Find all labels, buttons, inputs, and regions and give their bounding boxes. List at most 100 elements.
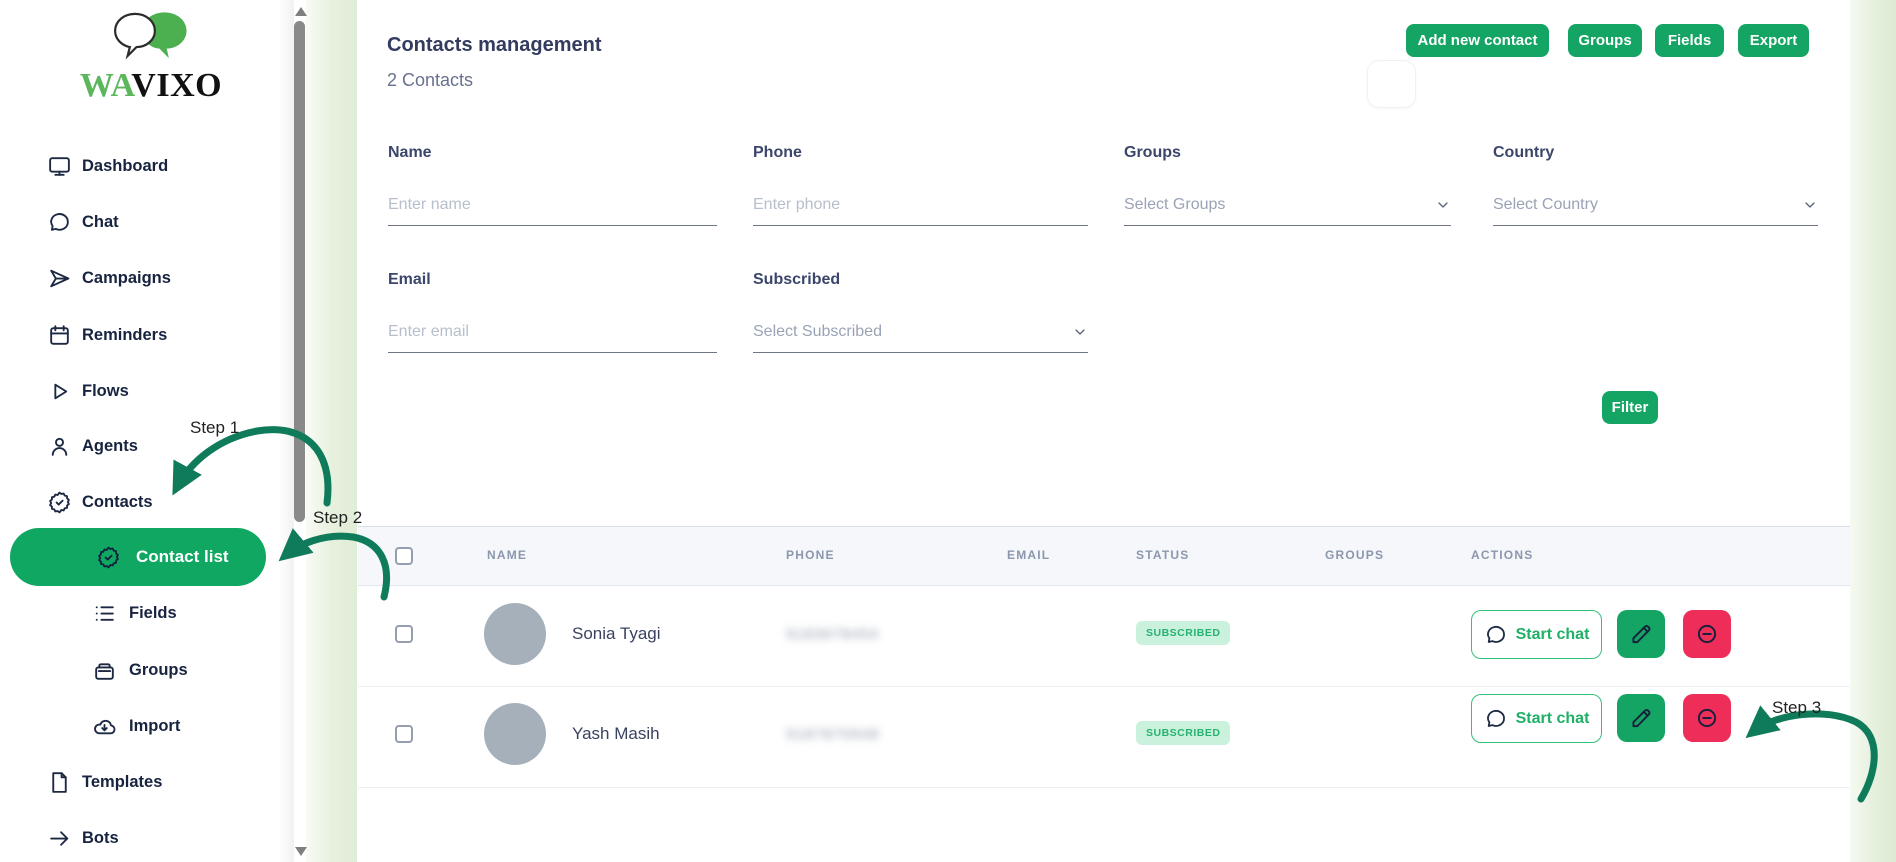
- sidebar-item-label: Agents: [82, 437, 138, 456]
- list-icon: [91, 600, 117, 626]
- country-label: Country: [1493, 144, 1554, 162]
- phone-input[interactable]: [753, 184, 1088, 226]
- groups-label: Groups: [1124, 144, 1181, 162]
- edit-contact-button[interactable]: [1617, 694, 1665, 742]
- scrollbar-thumb[interactable]: [294, 21, 305, 522]
- edit-contact-button[interactable]: [1617, 610, 1665, 658]
- start-chat-button[interactable]: Start chat: [1471, 610, 1602, 659]
- background-strip-right: [1850, 0, 1896, 862]
- play-icon: [46, 378, 72, 404]
- row-checkbox[interactable]: [395, 625, 413, 643]
- delete-contact-button[interactable]: [1683, 610, 1731, 658]
- column-header-groups: GROUPS: [1325, 548, 1384, 562]
- send-icon: [46, 265, 72, 291]
- chat-bubble-icon: [46, 209, 72, 235]
- archive-box-icon: [91, 657, 117, 683]
- chevron-down-icon: [1072, 324, 1088, 340]
- pencil-icon: [1628, 621, 1654, 647]
- sidebar-item-label: Dashboard: [82, 157, 168, 176]
- groups-select[interactable]: Select Groups: [1124, 184, 1451, 226]
- chat-bubble-icon: [1484, 623, 1508, 647]
- sidebar-item-label: Contacts: [82, 493, 153, 512]
- column-header-email: EMAIL: [1007, 548, 1050, 562]
- page: WAVIXO Dashboard Chat Campaigns Reminder…: [0, 0, 1896, 862]
- chevron-down-icon: [1802, 197, 1818, 213]
- sidebar-item-label: Bots: [82, 829, 119, 848]
- contact-name: Sonia Tyagi: [572, 624, 661, 644]
- groups-button[interactable]: Groups: [1568, 24, 1642, 57]
- step-2-label: Step 2: [313, 508, 362, 528]
- table-header: NAME PHONE EMAIL STATUS GROUPS ACTIONS: [358, 526, 1850, 586]
- email-label: Email: [388, 271, 431, 289]
- user-icon: [46, 433, 72, 459]
- country-select[interactable]: Select Country: [1493, 184, 1818, 226]
- filter-field-subscribed: Subscribed Select Subscribed: [753, 271, 1088, 353]
- add-new-contact-button[interactable]: Add new contact: [1406, 24, 1549, 57]
- logo-wordmark: WAVIXO: [62, 69, 240, 103]
- status-badge: SUBSCRIBED: [1136, 621, 1230, 645]
- sidebar-item-label: Groups: [129, 661, 188, 680]
- monitor-icon: [46, 153, 72, 179]
- delete-contact-button[interactable]: [1683, 694, 1731, 742]
- empty-card: [1367, 60, 1416, 108]
- email-input[interactable]: [388, 311, 717, 353]
- filter-field-groups: Groups Select Groups: [1124, 144, 1451, 226]
- sidebar-item-label: Campaigns: [82, 269, 171, 288]
- logo-wa: WA: [80, 67, 131, 104]
- phone-label: Phone: [753, 144, 802, 162]
- sidebar: WAVIXO Dashboard Chat Campaigns Reminder…: [0, 0, 306, 862]
- filter-field-phone: Phone: [753, 144, 1088, 226]
- groups-select-value: Select Groups: [1124, 196, 1225, 214]
- start-chat-button[interactable]: Start chat: [1471, 694, 1602, 743]
- scrollbar-down-arrow-icon[interactable]: [295, 847, 307, 856]
- sidebar-item-contact-list-active[interactable]: Contact list: [10, 528, 266, 586]
- column-header-phone: PHONE: [786, 548, 835, 562]
- avatar: [484, 603, 546, 665]
- brand-logo: WAVIXO: [62, 8, 240, 103]
- background-strip-left: [306, 0, 357, 862]
- sidebar-item-label: Contact list: [136, 547, 229, 567]
- export-button[interactable]: Export: [1738, 24, 1809, 57]
- page-title: Contacts management: [387, 34, 602, 57]
- filter-field-name: Name: [388, 144, 717, 226]
- select-all-checkbox[interactable]: [395, 547, 413, 565]
- name-input[interactable]: [388, 184, 717, 226]
- scrollbar-up-arrow-icon[interactable]: [295, 7, 307, 16]
- name-label: Name: [388, 144, 432, 162]
- sidebar-item-label: Fields: [129, 604, 177, 623]
- column-header-name: NAME: [487, 548, 527, 562]
- badge-check-icon: [46, 489, 72, 515]
- avatar: [484, 703, 546, 765]
- fields-button[interactable]: Fields: [1655, 24, 1724, 57]
- filter-field-country: Country Select Country: [1493, 144, 1818, 226]
- minus-circle-icon: [1694, 621, 1720, 647]
- sidebar-item-label: Chat: [82, 213, 119, 232]
- subscribed-select-value: Select Subscribed: [753, 323, 882, 341]
- sidebar-scrollbar[interactable]: [292, 0, 306, 862]
- pencil-icon: [1628, 705, 1654, 731]
- step-1-label: Step 1: [190, 418, 239, 438]
- column-header-status: STATUS: [1136, 548, 1189, 562]
- start-chat-label: Start chat: [1516, 626, 1590, 644]
- filter-field-email: Email: [388, 271, 717, 353]
- chevron-down-icon: [1435, 197, 1451, 213]
- subscribed-label: Subscribed: [753, 271, 840, 289]
- contact-phone-redacted: 9187870948: [786, 726, 879, 743]
- filter-button[interactable]: Filter: [1602, 391, 1658, 424]
- cloud-download-icon: [91, 713, 117, 739]
- status-badge: SUBSCRIBED: [1136, 721, 1230, 745]
- chat-bubble-icon: [1484, 707, 1508, 731]
- logo-chat-bubbles-icon: [107, 8, 195, 64]
- arrow-right-icon: [46, 825, 72, 851]
- sidebar-item-label: Flows: [82, 382, 129, 401]
- calendar-icon: [46, 322, 72, 348]
- sidebar-item-label: Import: [129, 717, 180, 736]
- badge-check-icon: [95, 544, 121, 570]
- contact-name: Yash Masih: [572, 724, 660, 744]
- row-checkbox[interactable]: [395, 725, 413, 743]
- contacts-count: 2 Contacts: [387, 70, 473, 91]
- subscribed-select[interactable]: Select Subscribed: [753, 311, 1088, 353]
- document-icon: [46, 769, 72, 795]
- logo-vixo: VIXO: [131, 67, 222, 104]
- country-select-value: Select Country: [1493, 196, 1598, 214]
